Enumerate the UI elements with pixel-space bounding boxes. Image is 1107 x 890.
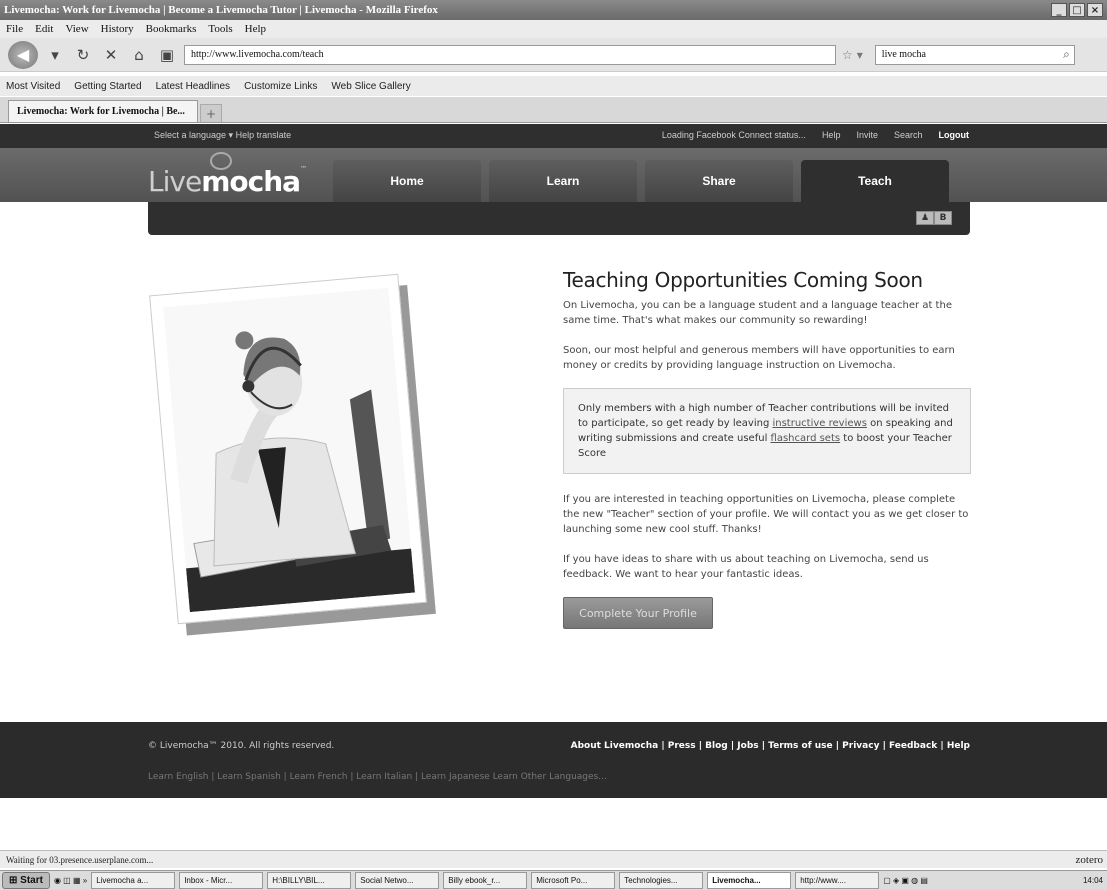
bookmark-web-slice-gallery[interactable]: Web Slice Gallery — [331, 81, 410, 92]
nav-tab-teach[interactable]: Teach — [801, 160, 949, 202]
menu-bookmarks[interactable]: Bookmarks — [146, 23, 197, 35]
copyright: © Livemocha™ 2010. All rights reserved. — [148, 741, 335, 751]
sub-nav-bar: ♟ B — [148, 202, 970, 235]
nav-tab-learn[interactable]: Learn — [489, 160, 637, 202]
taskbar-task[interactable]: Technologies... — [619, 872, 704, 889]
taskbar-task[interactable]: Livemocha a... — [91, 872, 176, 889]
forward-dropdown-icon[interactable]: ▾ — [44, 44, 66, 66]
quicklaunch-icon[interactable]: ◉ ◫ ▦ » — [54, 876, 87, 885]
nav-tab-share[interactable]: Share — [645, 160, 793, 202]
minimize-icon[interactable]: _ — [1051, 3, 1067, 17]
taskbar-task[interactable]: Inbox - Micr... — [179, 872, 264, 889]
site-header: Livemocha™ Home Learn Share Teach — [0, 148, 1107, 202]
bookmark-most-visited[interactable]: Most Visited — [6, 81, 60, 92]
footer-links[interactable]: About Livemocha | Press | Blog | Jobs | … — [571, 741, 970, 751]
maximize-icon[interactable]: □ — [1069, 3, 1085, 17]
nav-tab-home[interactable]: Home — [333, 160, 481, 202]
teacher-illustration — [163, 287, 415, 613]
windows-logo-icon: ⊞ — [9, 875, 21, 886]
top-link-search[interactable]: Search — [894, 130, 923, 140]
livemocha-logo[interactable]: Livemocha™ — [148, 152, 307, 198]
taskbar-task[interactable]: Social Netwo... — [355, 872, 440, 889]
bookmark-getting-started[interactable]: Getting Started — [74, 81, 141, 92]
system-tray-icons[interactable]: ▢ ◈ ▣ ◍ ▤ — [883, 876, 928, 885]
menu-edit[interactable]: Edit — [35, 23, 53, 35]
site-top-strip: Select a language ▾ Help translate Loadi… — [0, 124, 1107, 148]
site-footer: © Livemocha™ 2010. All rights reserved. … — [0, 722, 1107, 798]
intro-paragraph: On Livemocha, you can be a language stud… — [563, 300, 952, 326]
menu-tools[interactable]: Tools — [208, 23, 232, 35]
tab-bar: Livemocha: Work for Livemocha | Be... + — [0, 97, 1107, 123]
profile-paragraph: If you are interested in teaching opport… — [563, 494, 969, 535]
bookmark-customize-links[interactable]: Customize Links — [244, 81, 317, 92]
window-titlebar: Livemocha: Work for Livemocha | Become a… — [0, 0, 1107, 20]
status-bar: Waiting for 03.presence.userplane.com...… — [0, 850, 1107, 868]
teacher-photo — [149, 273, 427, 625]
top-link-help[interactable]: Help — [822, 130, 841, 140]
teacher-contribution-note: Only members with a high number of Teach… — [563, 388, 971, 474]
new-tab-icon[interactable]: + — [200, 104, 222, 122]
stop-icon[interactable]: ✕ — [100, 44, 122, 66]
bookmark-star-icon[interactable]: ☆ — [842, 48, 853, 62]
taskbar-task-active[interactable]: Livemocha... — [707, 872, 792, 889]
browser-tab[interactable]: Livemocha: Work for Livemocha | Be... — [8, 100, 198, 122]
menu-view[interactable]: View — [65, 23, 88, 35]
menu-history[interactable]: History — [101, 23, 134, 35]
chat-icon[interactable]: B — [934, 211, 952, 225]
navigation-toolbar: ◀ ▾ ↻ ✕ ⌂ ▣ http://www.livemocha.com/tea… — [0, 38, 1107, 72]
close-icon[interactable]: × — [1087, 3, 1103, 17]
start-button[interactable]: ⊞ Start — [2, 872, 50, 889]
feedback-paragraph: If you have ideas to share with us about… — [563, 554, 929, 580]
logout-link[interactable]: Logout — [939, 130, 970, 140]
complete-profile-button[interactable]: Complete Your Profile — [563, 597, 713, 629]
facebook-status: Loading Facebook Connect status... — [661, 130, 806, 140]
zotero-button[interactable]: zotero — [1076, 854, 1107, 866]
taskbar-task[interactable]: H:\BILLY\BIL... — [267, 872, 352, 889]
search-icon[interactable]: ⌕ — [1063, 47, 1070, 62]
search-value: live mocha — [881, 49, 926, 60]
bookmarks-panel-icon[interactable]: ▣ — [156, 44, 178, 66]
menu-bar: File Edit View History Bookmarks Tools H… — [0, 20, 1107, 38]
reload-icon[interactable]: ↻ — [72, 44, 94, 66]
menu-file[interactable]: File — [6, 23, 23, 35]
clock: 14:04 — [1082, 876, 1103, 885]
menu-help[interactable]: Help — [245, 23, 266, 35]
window-title: Livemocha: Work for Livemocha | Become a… — [4, 4, 438, 16]
search-input[interactable]: live mocha ⌕ — [874, 44, 1075, 65]
instructive-reviews-link[interactable]: instructive reviews — [772, 418, 866, 429]
url-dropdown-icon[interactable]: ▾ — [857, 48, 863, 62]
footer-language-links[interactable]: Learn English | Learn Spanish | Learn Fr… — [148, 772, 607, 782]
taskbar-task[interactable]: http://www.... — [795, 872, 880, 889]
flashcard-sets-link[interactable]: flashcard sets — [771, 433, 841, 444]
logo-swirl-icon — [210, 152, 232, 170]
opportunity-paragraph: Soon, our most helpful and generous memb… — [563, 345, 955, 371]
language-select[interactable]: Select a language ▾ Help translate — [154, 130, 291, 141]
taskbar-task[interactable]: Microsoft Po... — [531, 872, 616, 889]
bookmark-latest-headlines[interactable]: Latest Headlines — [156, 81, 231, 92]
bookmarks-toolbar: Most Visited Getting Started Latest Head… — [0, 76, 1107, 96]
top-link-invite[interactable]: Invite — [856, 130, 878, 140]
tab-label: Livemocha: Work for Livemocha | Be... — [17, 106, 185, 117]
user-icon[interactable]: ♟ — [916, 211, 934, 225]
status-text: Waiting for 03.presence.userplane.com... — [6, 854, 154, 865]
back-arrow-icon[interactable]: ◀ — [8, 40, 38, 69]
url-text: http://www.livemocha.com/teach — [191, 49, 324, 60]
taskbar-task[interactable]: Billy ebook_r... — [443, 872, 528, 889]
address-bar[interactable]: http://www.livemocha.com/teach — [184, 44, 836, 65]
home-icon[interactable]: ⌂ — [128, 44, 150, 66]
main-content: Teaching Opportunities Coming Soon On Li… — [563, 268, 973, 629]
windows-taskbar: ⊞ Start ◉ ◫ ▦ » Livemocha a... Inbox - M… — [0, 870, 1107, 890]
page-title: Teaching Opportunities Coming Soon — [563, 268, 923, 292]
